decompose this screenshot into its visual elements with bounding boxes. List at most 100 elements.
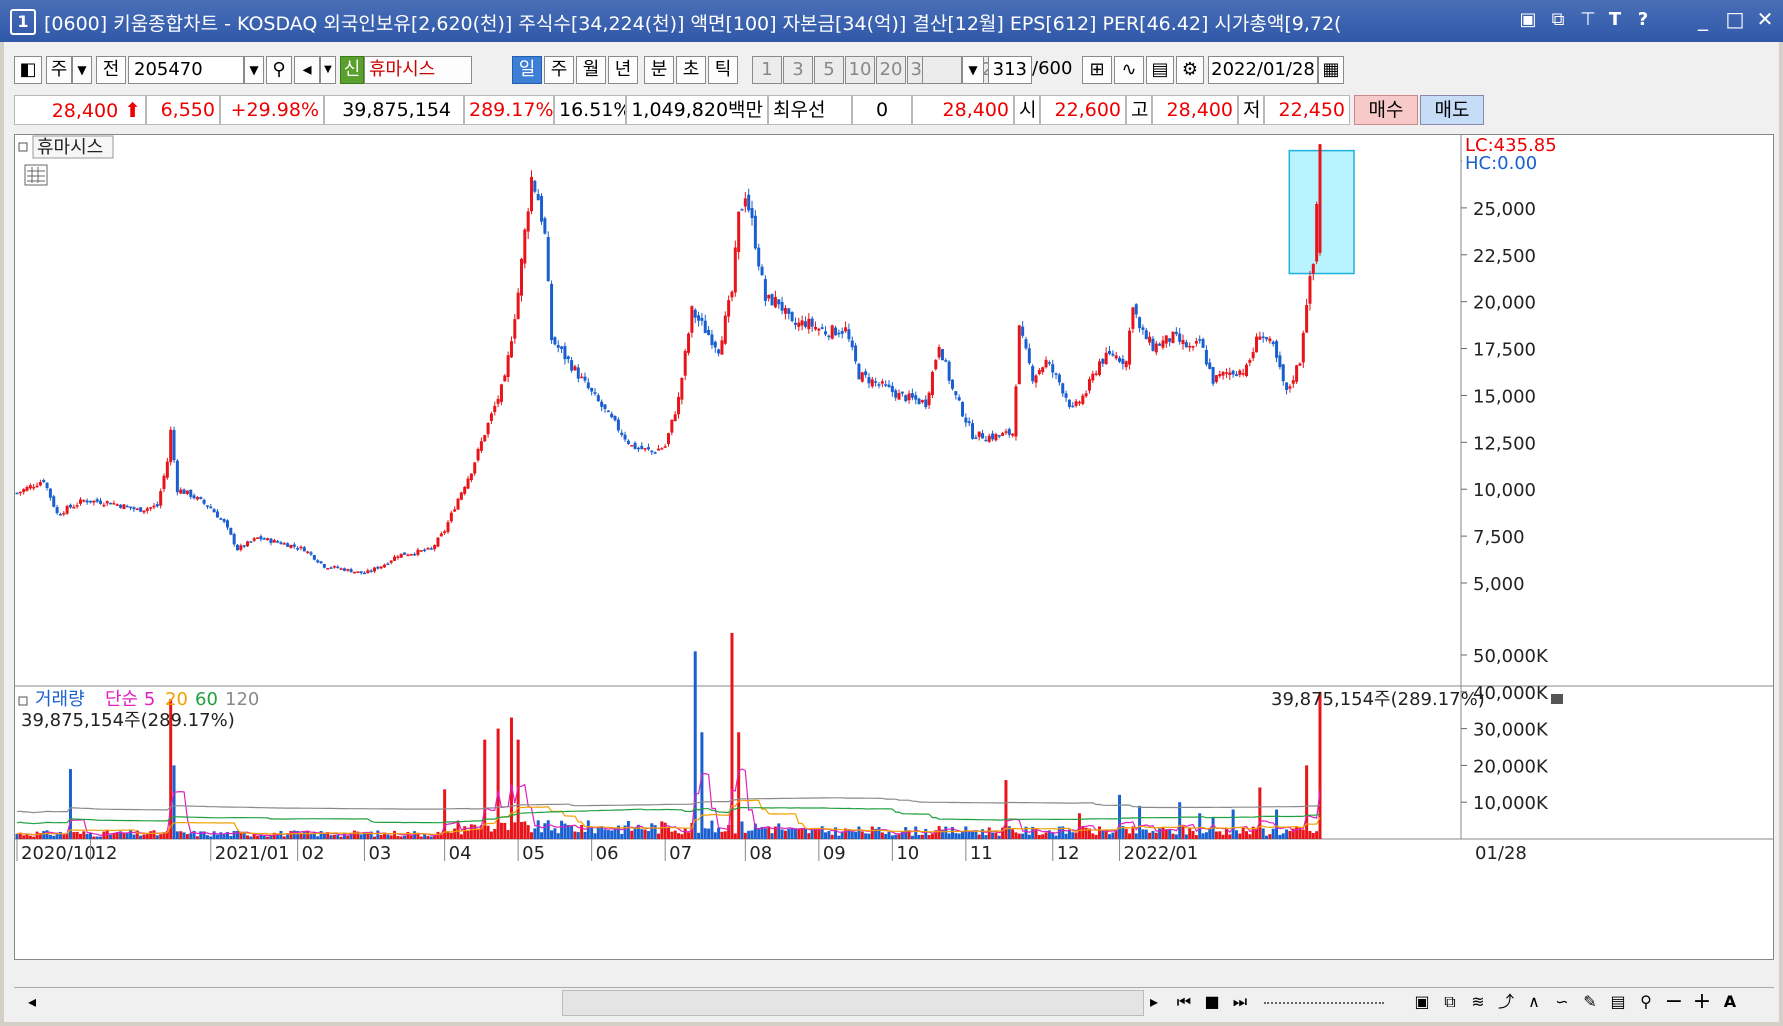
x-tick-label: 11 bbox=[970, 843, 993, 864]
code-input[interactable]: 205470 bbox=[128, 56, 244, 84]
open-label: 시 bbox=[1014, 95, 1040, 125]
wave-icon[interactable]: ≋ bbox=[1466, 990, 1490, 1014]
speaker-dropdown-icon[interactable]: ▼ bbox=[320, 56, 336, 84]
count-input[interactable]: 313 bbox=[988, 56, 1032, 84]
period-tab-3[interactable]: 년 bbox=[608, 56, 638, 84]
auto-icon[interactable]: A bbox=[1718, 990, 1742, 1014]
maximize-button[interactable]: □ bbox=[1720, 4, 1750, 34]
interval-button-3[interactable]: 3 bbox=[783, 56, 813, 84]
candle-body bbox=[740, 209, 744, 211]
zoom-out-icon[interactable]: − bbox=[1662, 990, 1686, 1014]
x-tick-label: 12 bbox=[95, 843, 118, 864]
period-tab-1[interactable]: 주 bbox=[544, 56, 574, 84]
volume-bar bbox=[309, 833, 313, 839]
zoom-in-icon[interactable]: + bbox=[1690, 990, 1714, 1014]
text-icon[interactable]: T bbox=[1602, 7, 1628, 33]
candle-body bbox=[961, 402, 965, 417]
close-button[interactable]: ✕ bbox=[1750, 4, 1780, 34]
interval-custom-input[interactable] bbox=[922, 56, 962, 84]
search-icon[interactable]: ⚲ bbox=[266, 56, 292, 84]
period-tab-0[interactable]: 일 bbox=[512, 56, 542, 84]
interval-button-10[interactable]: 10 bbox=[845, 56, 875, 84]
minimize-button[interactable]: _ bbox=[1688, 4, 1718, 34]
volume-bar bbox=[803, 828, 807, 839]
interval-button-5[interactable]: 5 bbox=[814, 56, 844, 84]
code-dropdown-icon[interactable]: ▼ bbox=[244, 56, 264, 84]
interval-button-1[interactable]: 1 bbox=[752, 56, 782, 84]
rewind-icon[interactable]: ⏮ bbox=[1172, 990, 1196, 1014]
type-button[interactable]: 주 bbox=[46, 56, 72, 84]
restore-icon[interactable]: ⧉ bbox=[1545, 7, 1571, 33]
stop-icon[interactable]: ■ bbox=[1200, 990, 1224, 1014]
candle-body bbox=[1067, 399, 1071, 407]
price-tick-label: 5,000 bbox=[1473, 574, 1525, 595]
panel-icon[interactable]: ▣ bbox=[1410, 990, 1434, 1014]
fast-forward-icon[interactable]: ⏭ bbox=[1228, 990, 1252, 1014]
candle-body bbox=[132, 507, 136, 510]
volume-bar bbox=[1258, 787, 1262, 839]
candlestick-chart[interactable]: 27,50025,00022,50020,00017,50015,00012,5… bbox=[15, 135, 1773, 959]
volume-bar bbox=[563, 823, 567, 839]
scroll-right-icon[interactable]: ▸ bbox=[1142, 990, 1166, 1014]
scroll-left-icon[interactable]: ◂ bbox=[20, 990, 44, 1014]
trend-icon[interactable]: ⤴ bbox=[1494, 990, 1518, 1014]
period-tab-2[interactable]: 월 bbox=[576, 56, 606, 84]
volume-bar bbox=[25, 834, 29, 839]
indicator-icon[interactable]: ∿ bbox=[1114, 56, 1144, 84]
candle-body bbox=[252, 538, 256, 541]
line-draw-icon[interactable]: ∧ bbox=[1522, 990, 1546, 1014]
layout-icon[interactable]: ▣ bbox=[1515, 7, 1541, 33]
period-tab-6[interactable]: 틱 bbox=[708, 56, 738, 84]
period-tab-5[interactable]: 초 bbox=[676, 56, 706, 84]
save-icon[interactable]: ▤ bbox=[1146, 56, 1174, 84]
date-input[interactable]: 2022/01/28 bbox=[1208, 56, 1318, 84]
candle-body bbox=[1011, 433, 1015, 436]
volume-bar bbox=[854, 831, 858, 839]
zoom-icon[interactable]: ⚲ bbox=[1634, 990, 1658, 1014]
candle-body bbox=[907, 393, 911, 401]
candle-body bbox=[519, 258, 523, 296]
interval-dropdown-icon[interactable]: ▼ bbox=[962, 56, 984, 84]
chevron-down-icon[interactable]: ▼ bbox=[72, 56, 92, 84]
candle-body bbox=[580, 376, 584, 379]
scroll-bar[interactable]: ◂ ▸ ⏮ ■ ⏭ ▣ ⧉ ≋ ⤴ ∧ ∽ ✎ ▤ ⚲ − + A bbox=[14, 987, 1774, 1018]
candle-body bbox=[516, 292, 520, 319]
period-tab-4[interactable]: 분 bbox=[644, 56, 674, 84]
sell-button[interactable]: 매도 bbox=[1420, 95, 1484, 125]
volume-bar bbox=[1281, 833, 1285, 839]
candle-body bbox=[697, 315, 701, 321]
candle-body bbox=[917, 398, 921, 405]
help-icon[interactable]: ? bbox=[1630, 7, 1656, 33]
layout-toggle-icon[interactable]: ◧ bbox=[14, 56, 42, 84]
scroll-thumb[interactable] bbox=[562, 990, 1144, 1016]
candle-body bbox=[15, 492, 19, 495]
volume-bar bbox=[687, 832, 691, 839]
volume-bar bbox=[620, 833, 624, 839]
interval-button-20[interactable]: 20 bbox=[876, 56, 906, 84]
candle-body bbox=[840, 331, 844, 334]
candle-body bbox=[713, 341, 717, 348]
prev-button[interactable]: 전 bbox=[96, 56, 126, 84]
stock-name[interactable]: 휴마시스 bbox=[364, 56, 472, 84]
speaker-icon[interactable]: ◂ bbox=[294, 56, 320, 84]
erase-icon[interactable]: ✎ bbox=[1578, 990, 1602, 1014]
fib-icon[interactable]: ∽ bbox=[1550, 990, 1574, 1014]
calendar-icon[interactable]: ▦ bbox=[1318, 56, 1344, 84]
split-icon[interactable]: ⧉ bbox=[1438, 990, 1462, 1014]
buy-button[interactable]: 매수 bbox=[1354, 95, 1418, 125]
candle-body bbox=[1071, 405, 1075, 408]
candle-body bbox=[1188, 345, 1192, 348]
candle-body bbox=[1174, 331, 1178, 335]
candle-body bbox=[1017, 325, 1021, 385]
zoom-slider[interactable] bbox=[1264, 1002, 1384, 1004]
candle-body bbox=[1268, 338, 1272, 342]
volume-bar bbox=[640, 829, 644, 839]
candle-body bbox=[152, 505, 156, 508]
add-chart-icon[interactable]: ⊞ bbox=[1082, 56, 1112, 84]
print-icon[interactable]: ▤ bbox=[1606, 990, 1630, 1014]
pin-icon[interactable]: ⊤ bbox=[1575, 7, 1601, 33]
volume-bar bbox=[770, 833, 774, 839]
candle-body bbox=[1288, 386, 1292, 389]
chart-area[interactable]: 27,50025,00022,50020,00017,50015,00012,5… bbox=[14, 134, 1774, 960]
gear-icon[interactable]: ⚙ bbox=[1176, 56, 1204, 84]
